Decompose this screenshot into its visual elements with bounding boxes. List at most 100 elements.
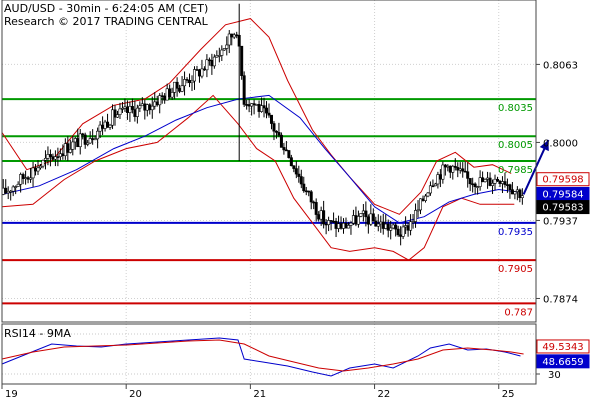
candle-body — [222, 48, 226, 51]
candle-body — [93, 138, 97, 141]
candle-body — [220, 49, 224, 56]
candle-body — [324, 223, 328, 226]
candle-body — [282, 147, 286, 151]
candle-body — [394, 224, 398, 230]
candle-body — [165, 88, 169, 101]
chart-title: AUD/USD - 30min - 6:24:05 AM (CET) — [4, 2, 208, 15]
candle-body — [252, 103, 256, 106]
candle-body — [86, 142, 90, 145]
candle-body — [88, 138, 92, 144]
candle-body — [503, 181, 507, 185]
candle-body — [505, 184, 509, 186]
candle-body — [277, 132, 281, 136]
candle-body — [312, 201, 316, 204]
candle-body — [488, 177, 492, 186]
candle-body — [212, 56, 216, 67]
candle-body — [471, 183, 475, 186]
candle-body — [369, 213, 373, 225]
candle-body — [260, 105, 264, 112]
candle-body — [61, 153, 65, 157]
candle-body — [195, 69, 199, 71]
candle-body — [96, 130, 100, 140]
candle-body — [466, 171, 470, 179]
candle-body — [339, 223, 343, 229]
candle-body — [29, 177, 33, 180]
candle-body — [58, 153, 62, 157]
candle-body — [180, 85, 184, 92]
candle-body — [178, 88, 182, 92]
candle-body — [150, 105, 154, 111]
candle-body — [319, 210, 323, 220]
candle-body — [19, 174, 23, 185]
candle-body — [327, 220, 331, 225]
candle-body — [299, 176, 303, 185]
candle-body — [508, 184, 512, 190]
candle-body — [34, 167, 38, 172]
candle-body — [242, 75, 246, 105]
candle-body — [364, 210, 368, 218]
candle-body — [419, 198, 423, 211]
candle-body — [404, 225, 408, 228]
candle-body — [168, 88, 172, 98]
candle-body — [26, 177, 30, 180]
candle-body — [31, 167, 35, 179]
candle-body — [155, 101, 159, 106]
candle-body — [106, 121, 110, 128]
price-badge-label: 0.79584 — [542, 189, 583, 200]
candle-body — [83, 134, 87, 145]
candle-body — [456, 167, 460, 171]
candle-body — [123, 106, 127, 109]
candle-body — [518, 189, 522, 198]
candle-body — [374, 220, 378, 227]
candle-body — [140, 103, 144, 107]
candle-body — [247, 104, 251, 107]
candle-body — [46, 154, 50, 159]
candle-body — [346, 225, 350, 229]
candle-body — [453, 165, 457, 168]
candle-body — [272, 123, 276, 132]
candle-body — [441, 164, 445, 180]
candle-body — [128, 106, 132, 113]
candle-body — [302, 183, 306, 192]
candle-body — [4, 187, 8, 194]
candle-body — [356, 216, 360, 225]
candle-body — [24, 177, 28, 179]
level-label: 0.787 — [504, 307, 533, 318]
candle-body — [190, 80, 194, 84]
candle-body — [120, 107, 124, 110]
candle-body — [344, 222, 348, 229]
candle-body — [486, 177, 490, 180]
candle-body — [91, 138, 95, 140]
candle-body — [135, 107, 139, 117]
level-label: 0.8035 — [498, 103, 533, 114]
candle-body — [322, 210, 326, 225]
candle-body — [138, 105, 142, 109]
candle-body — [314, 202, 318, 215]
candle-body — [433, 183, 437, 187]
candle-body — [163, 95, 167, 101]
candle-body — [158, 95, 162, 106]
candle-body — [148, 104, 152, 111]
candle-body — [446, 165, 450, 168]
price-badge-label: 0.79598 — [542, 175, 583, 186]
level-label: 0.7905 — [498, 264, 533, 275]
candle-body — [6, 190, 10, 194]
candle-body — [207, 59, 211, 62]
chart-subtitle: Research © 2017 TRADING CENTRAL — [4, 15, 209, 28]
price-badges: 0.79598 0.79584 0.79583 — [536, 172, 590, 215]
candle-body — [351, 215, 355, 224]
candle-body — [279, 134, 283, 148]
level-label: 0.7985 — [498, 165, 533, 176]
candle-body — [111, 109, 115, 126]
candle-body — [274, 130, 278, 133]
candle-body — [381, 221, 385, 229]
rsi-badge-label: 49.5343 — [542, 342, 583, 353]
candle-body — [262, 105, 266, 109]
candle-body — [294, 168, 298, 175]
candle-body — [481, 177, 485, 183]
candle-body — [448, 165, 452, 173]
candle-body — [160, 95, 164, 97]
candle-body — [43, 157, 47, 161]
y-tick-label: 0.8063 — [543, 60, 578, 71]
candle-body — [108, 124, 112, 128]
